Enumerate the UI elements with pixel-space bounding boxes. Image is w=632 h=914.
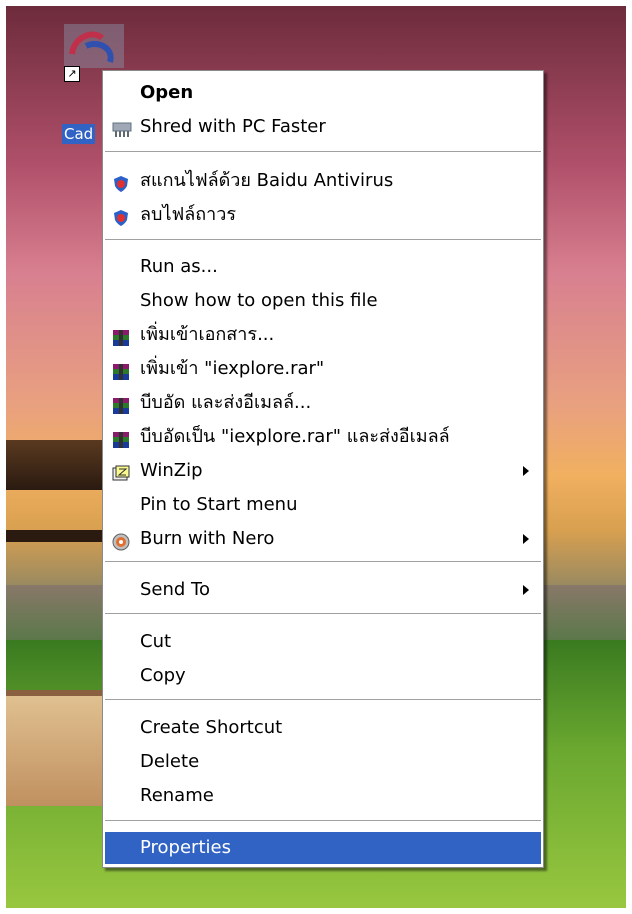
- cad-app-icon: ↗: [64, 24, 124, 82]
- menu-separator: [105, 820, 541, 821]
- context-menu: Open Shred with PC Faster สแกนไฟล์ด้วย B…: [102, 70, 544, 868]
- menu-item-cut-label: Cut: [140, 631, 172, 652]
- menu-item-properties[interactable]: Properties: [105, 832, 541, 864]
- menu-separator: [105, 699, 541, 700]
- background-bench-rail: [0, 530, 104, 542]
- menu-item-cut[interactable]: Cut: [105, 626, 541, 658]
- menu-item-send-to-label: Send To: [140, 579, 211, 600]
- menu-item-rar-add-archive-label: เพิ่มเข้าเอกสาร...: [140, 324, 275, 345]
- menu-item-baidu-scan[interactable]: สแกนไฟล์ด้วย Baidu Antivirus: [105, 165, 541, 197]
- menu-item-create-shortcut[interactable]: Create Shortcut: [105, 712, 541, 744]
- menu-item-properties-label: Properties: [140, 837, 231, 858]
- menu-item-show-how-to-open-label: Show how to open this file: [140, 290, 378, 311]
- winzip-icon: [112, 462, 130, 481]
- menu-item-rar-compress-email-label: บีบอัด และส่งอีเมลล์...: [140, 392, 312, 413]
- menu-separator: [105, 613, 541, 614]
- shortcut-arrow-icon: ↗: [64, 66, 80, 82]
- winrar-icon: [112, 428, 130, 448]
- submenu-arrow-icon: [523, 534, 529, 544]
- menu-item-delete[interactable]: Delete: [105, 746, 541, 778]
- submenu-arrow-icon: [523, 585, 529, 595]
- menu-item-permanent-delete[interactable]: ลบไฟล์ถาวร: [105, 199, 541, 231]
- menu-separator: [105, 561, 541, 562]
- menu-item-rar-add-iexplore[interactable]: เพิ่มเข้า "iexplore.rar": [105, 353, 541, 385]
- menu-item-create-shortcut-label: Create Shortcut: [140, 717, 283, 738]
- desktop-icon-label[interactable]: Cad: [62, 124, 96, 144]
- menu-item-rename[interactable]: Rename: [105, 780, 541, 812]
- menu-item-baidu-scan-label: สแกนไฟล์ด้วย Baidu Antivirus: [140, 170, 394, 191]
- desktop-shortcut-icon[interactable]: ↗ Cad: [62, 24, 126, 144]
- winrar-icon: [112, 394, 130, 414]
- menu-item-rar-compress-email[interactable]: บีบอัด และส่งอีเมลล์...: [105, 387, 541, 419]
- menu-item-burn-nero-label: Burn with Nero: [140, 528, 275, 549]
- menu-item-delete-label: Delete: [140, 751, 200, 772]
- menu-item-rar-add-archive[interactable]: เพิ่มเข้าเอกสาร...: [105, 319, 541, 351]
- menu-item-open[interactable]: Open: [105, 77, 541, 109]
- submenu-arrow-icon: [523, 466, 529, 476]
- winrar-icon: [112, 326, 130, 346]
- background-crate: [6, 690, 102, 806]
- background-bench: [0, 440, 104, 490]
- menu-item-open-label: Open: [140, 82, 194, 103]
- menu-item-burn-nero[interactable]: Burn with Nero: [105, 523, 541, 555]
- menu-item-run-as[interactable]: Run as...: [105, 251, 541, 283]
- menu-item-copy-label: Copy: [140, 665, 186, 686]
- menu-separator: [105, 151, 541, 152]
- nero-icon: [112, 530, 130, 551]
- menu-item-shred[interactable]: Shred with PC Faster: [105, 111, 541, 143]
- menu-item-pin-start-label: Pin to Start menu: [140, 494, 298, 515]
- baidu-shield-icon: [112, 172, 130, 192]
- menu-item-rar-compress-iexplore-email-label: บีบอัดเป็น "iexplore.rar" และส่งอีเมลล์: [140, 426, 450, 447]
- menu-item-permanent-delete-label: ลบไฟล์ถาวร: [140, 204, 237, 225]
- menu-item-show-how-to-open[interactable]: Show how to open this file: [105, 285, 541, 317]
- menu-separator: [105, 239, 541, 240]
- menu-item-rar-add-iexplore-label: เพิ่มเข้า "iexplore.rar": [140, 358, 325, 379]
- menu-item-pin-start[interactable]: Pin to Start menu: [105, 489, 541, 521]
- menu-item-run-as-label: Run as...: [140, 256, 218, 277]
- menu-item-winzip-label: WinZip: [140, 460, 203, 481]
- menu-item-copy[interactable]: Copy: [105, 660, 541, 692]
- menu-item-shred-label: Shred with PC Faster: [140, 116, 326, 137]
- menu-item-winzip[interactable]: WinZip: [105, 455, 541, 487]
- winrar-icon: [112, 360, 130, 380]
- baidu-shield-icon: [112, 206, 130, 226]
- shredder-icon: [112, 118, 132, 137]
- menu-item-send-to[interactable]: Send To: [105, 574, 541, 606]
- menu-item-rename-label: Rename: [140, 785, 214, 806]
- menu-item-rar-compress-iexplore-email[interactable]: บีบอัดเป็น "iexplore.rar" และส่งอีเมลล์: [105, 421, 541, 453]
